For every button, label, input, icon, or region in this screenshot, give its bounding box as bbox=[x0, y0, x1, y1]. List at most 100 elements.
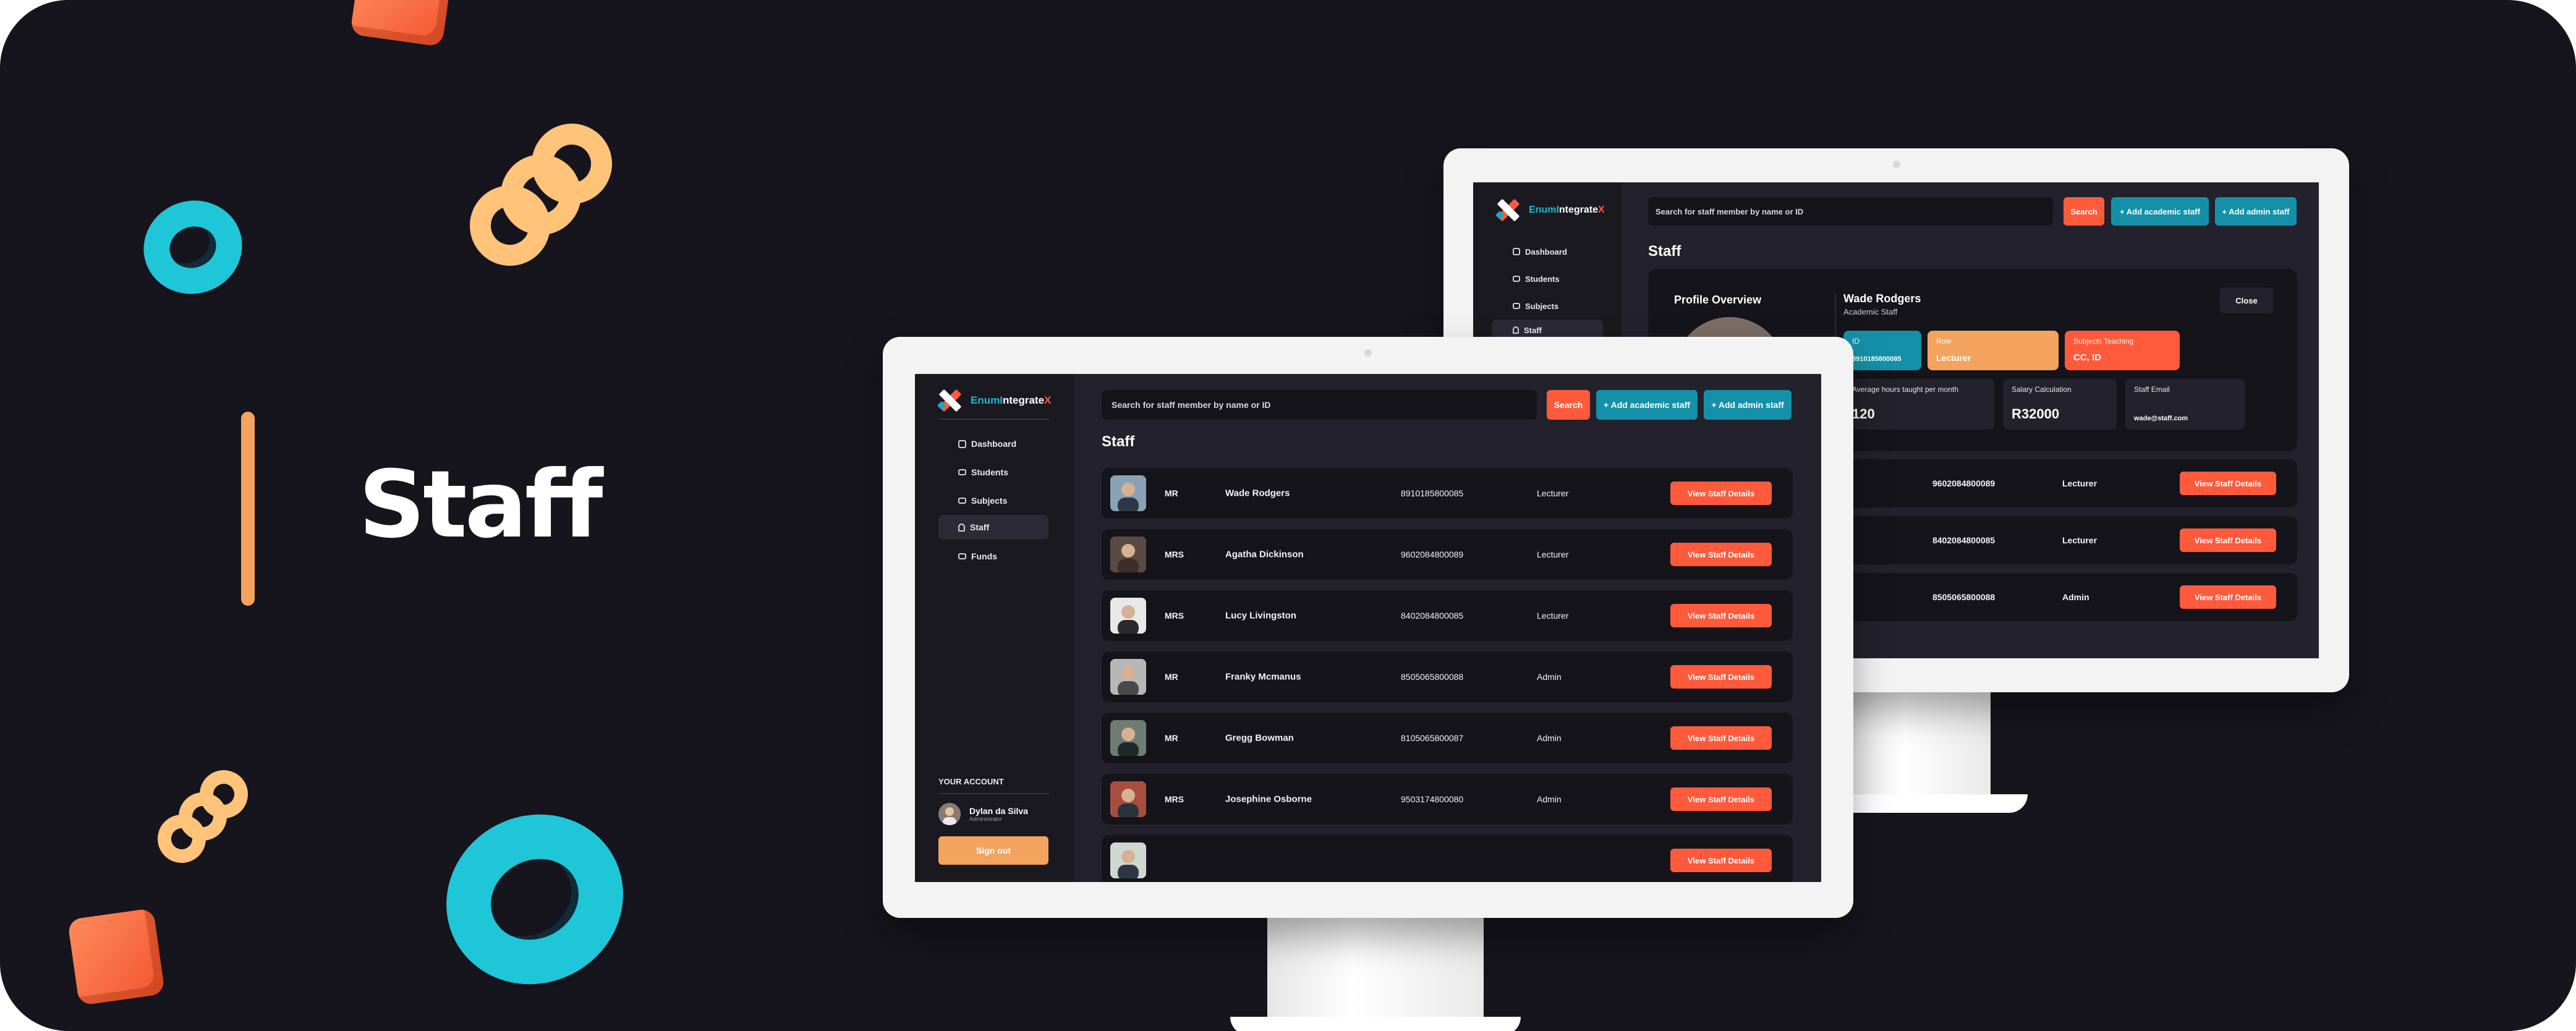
staff-id: 8105065800087 bbox=[1401, 733, 1464, 743]
staff-avatar bbox=[1110, 842, 1146, 878]
table-row: MRS Josephine Osborne 9503174800080 Admi… bbox=[1102, 774, 1793, 825]
profile-role-tile: Role Lecturer bbox=[1928, 331, 2059, 370]
back-monitor-stand-base bbox=[1824, 794, 2028, 813]
grid-icon bbox=[1513, 248, 1520, 255]
back-nav-subjects[interactable]: Subjects bbox=[1492, 292, 1603, 320]
back-view-details-button[interactable]: View Staff Details bbox=[2180, 472, 2276, 495]
profile-close-button[interactable]: Close bbox=[2220, 287, 2273, 313]
front-monitor-stand-neck bbox=[1267, 909, 1484, 1031]
sidebar: EnumIntegrateX Dashboard Students Subjec… bbox=[915, 374, 1074, 882]
person-icon bbox=[958, 523, 965, 532]
presentation-canvas: Staff EnumIntegrateX Dashboard Students … bbox=[0, 0, 2576, 1031]
staff-name: Franky Mcmanus bbox=[1225, 671, 1301, 682]
back-nav-dashboard[interactable]: Dashboard bbox=[1492, 238, 1603, 265]
view-staff-details-button[interactable]: View Staff Details bbox=[1670, 604, 1772, 627]
staff-name: Agatha Dickinson bbox=[1225, 549, 1304, 560]
profile-subjects-tile: Subjects Teaching CC, ID bbox=[2065, 331, 2180, 370]
staff-avatar bbox=[1110, 475, 1146, 511]
profile-hours-tile: Average hours taught per month 120 bbox=[1843, 379, 1994, 430]
graduation-cap-icon bbox=[1513, 276, 1520, 282]
sidebar-item-students[interactable]: Students bbox=[938, 458, 1048, 486]
profile-email-tile: Staff Email wade@staff.com bbox=[2125, 379, 2245, 430]
cyan-torus-large bbox=[416, 783, 653, 1016]
staff-title: MR bbox=[1165, 733, 1178, 743]
sidebar-item-dashboard[interactable]: Dashboard bbox=[938, 430, 1048, 458]
back-add-academic-button[interactable]: + Add academic staff bbox=[2111, 197, 2209, 226]
table-row: MRS Lucy Livingston 8402084800085 Lectur… bbox=[1102, 590, 1793, 641]
add-academic-staff-button[interactable]: + Add academic staff bbox=[1596, 390, 1698, 420]
back-nav: Dashboard Students Subjects Staff bbox=[1492, 238, 1603, 341]
account-title: YOUR ACCOUNT bbox=[938, 777, 1004, 786]
staff-role: Admin bbox=[1537, 794, 1562, 804]
view-staff-details-button[interactable]: View Staff Details bbox=[1670, 849, 1772, 872]
staff-title: MRS bbox=[1165, 794, 1184, 804]
table-row: MR Franky Mcmanus 8505065800088 Admin Vi… bbox=[1102, 651, 1793, 702]
staff-name: Gregg Bowman bbox=[1225, 732, 1294, 744]
table-row: MR Gregg Bowman 8105065800087 Admin View… bbox=[1102, 713, 1793, 763]
staff-name: Josephine Osborne bbox=[1225, 794, 1312, 805]
back-monitor-stand-neck bbox=[1848, 686, 1991, 804]
view-staff-details-button[interactable]: View Staff Details bbox=[1670, 726, 1772, 750]
staff-id: 9602084800089 bbox=[1401, 549, 1464, 559]
graduation-cap-icon bbox=[958, 469, 966, 475]
view-staff-details-button[interactable]: View Staff Details bbox=[1670, 787, 1772, 811]
staff-title: MRS bbox=[1165, 549, 1184, 559]
brand-name: EnumIntegrateX bbox=[1529, 205, 1605, 215]
back-view-details-button[interactable]: View Staff Details bbox=[2180, 528, 2276, 552]
sidebar-divider bbox=[938, 418, 1050, 420]
staff-role: Admin bbox=[1537, 672, 1562, 682]
staff-name: Lucy Livingston bbox=[1225, 610, 1297, 621]
staff-role: Admin bbox=[1537, 733, 1562, 743]
front-monitor-camera bbox=[1364, 349, 1372, 357]
cyan-torus-small bbox=[131, 187, 255, 307]
staff-id: 9503174800080 bbox=[1401, 794, 1464, 804]
back-nav-students[interactable]: Students bbox=[1492, 265, 1603, 292]
staff-id: 8505065800088 bbox=[1401, 672, 1464, 682]
view-staff-details-button[interactable]: View Staff Details bbox=[1670, 665, 1772, 689]
view-staff-details-button[interactable]: View Staff Details bbox=[1670, 543, 1772, 566]
back-brand-logo: EnumIntegrateX bbox=[1495, 198, 1605, 222]
sign-out-button[interactable]: Sign out bbox=[938, 836, 1048, 865]
sidebar-item-funds[interactable]: Funds bbox=[938, 540, 1048, 573]
account-divider bbox=[938, 793, 1050, 794]
staff-avatar bbox=[1110, 537, 1146, 572]
staff-role: Lecturer bbox=[1537, 611, 1569, 621]
back-view-details-button[interactable]: View Staff Details bbox=[2180, 585, 2276, 609]
sidebar-item-staff[interactable]: Staff bbox=[938, 515, 1048, 540]
book-icon bbox=[1513, 303, 1520, 309]
back-search-input[interactable]: Search for staff member by name or ID bbox=[1648, 197, 2053, 226]
view-staff-details-button[interactable]: View Staff Details bbox=[1670, 482, 1772, 505]
brand-mark-icon bbox=[1495, 198, 1520, 222]
staff-title: MRS bbox=[1165, 611, 1184, 621]
search-button[interactable]: Search bbox=[1547, 390, 1590, 420]
yellow-coil-large bbox=[455, 109, 631, 281]
back-page-title: Staff bbox=[1648, 243, 1681, 260]
staff-avatar bbox=[1110, 659, 1146, 695]
staff-id: 8910185800085 bbox=[1401, 488, 1464, 498]
page-title: Staff bbox=[1102, 433, 1135, 450]
account-profile[interactable]: Dylan da Silva Administrator bbox=[938, 803, 1028, 825]
sidebar-item-subjects[interactable]: Subjects bbox=[938, 486, 1048, 515]
book-icon bbox=[958, 498, 966, 504]
table-row: MRS Agatha Dickinson 9602084800089 Lectu… bbox=[1102, 529, 1793, 580]
front-monitor: EnumIntegrateX Dashboard Students Subjec… bbox=[883, 337, 1853, 918]
orange-cube-top bbox=[350, 0, 450, 47]
yellow-coil-small bbox=[148, 761, 257, 872]
wallet-icon bbox=[958, 553, 966, 559]
profile-subtitle: Academic Staff bbox=[1843, 307, 1898, 316]
back-monitor-camera bbox=[1892, 161, 1900, 168]
accent-bar bbox=[241, 412, 255, 606]
back-add-admin-button[interactable]: + Add admin staff bbox=[2215, 197, 2297, 226]
avatar bbox=[938, 803, 961, 825]
staff-role: Lecturer bbox=[1537, 549, 1569, 559]
profile-id-tile: ID 8910185800085 bbox=[1843, 331, 1921, 370]
grid-icon bbox=[958, 439, 966, 448]
add-admin-staff-button[interactable]: + Add admin staff bbox=[1704, 390, 1792, 420]
hero-title: Staff bbox=[359, 451, 603, 559]
staff-name: Wade Rodgers bbox=[1225, 488, 1290, 499]
back-search-button[interactable]: Search bbox=[2064, 197, 2104, 226]
table-row: MR Wade Rodgers 8910185800085 Lecturer V… bbox=[1102, 468, 1793, 519]
staff-id: 8402084800085 bbox=[1401, 611, 1464, 621]
search-input[interactable]: Search for staff member by name or ID bbox=[1102, 390, 1537, 420]
brand-name: EnumIntegrateX bbox=[971, 394, 1052, 406]
